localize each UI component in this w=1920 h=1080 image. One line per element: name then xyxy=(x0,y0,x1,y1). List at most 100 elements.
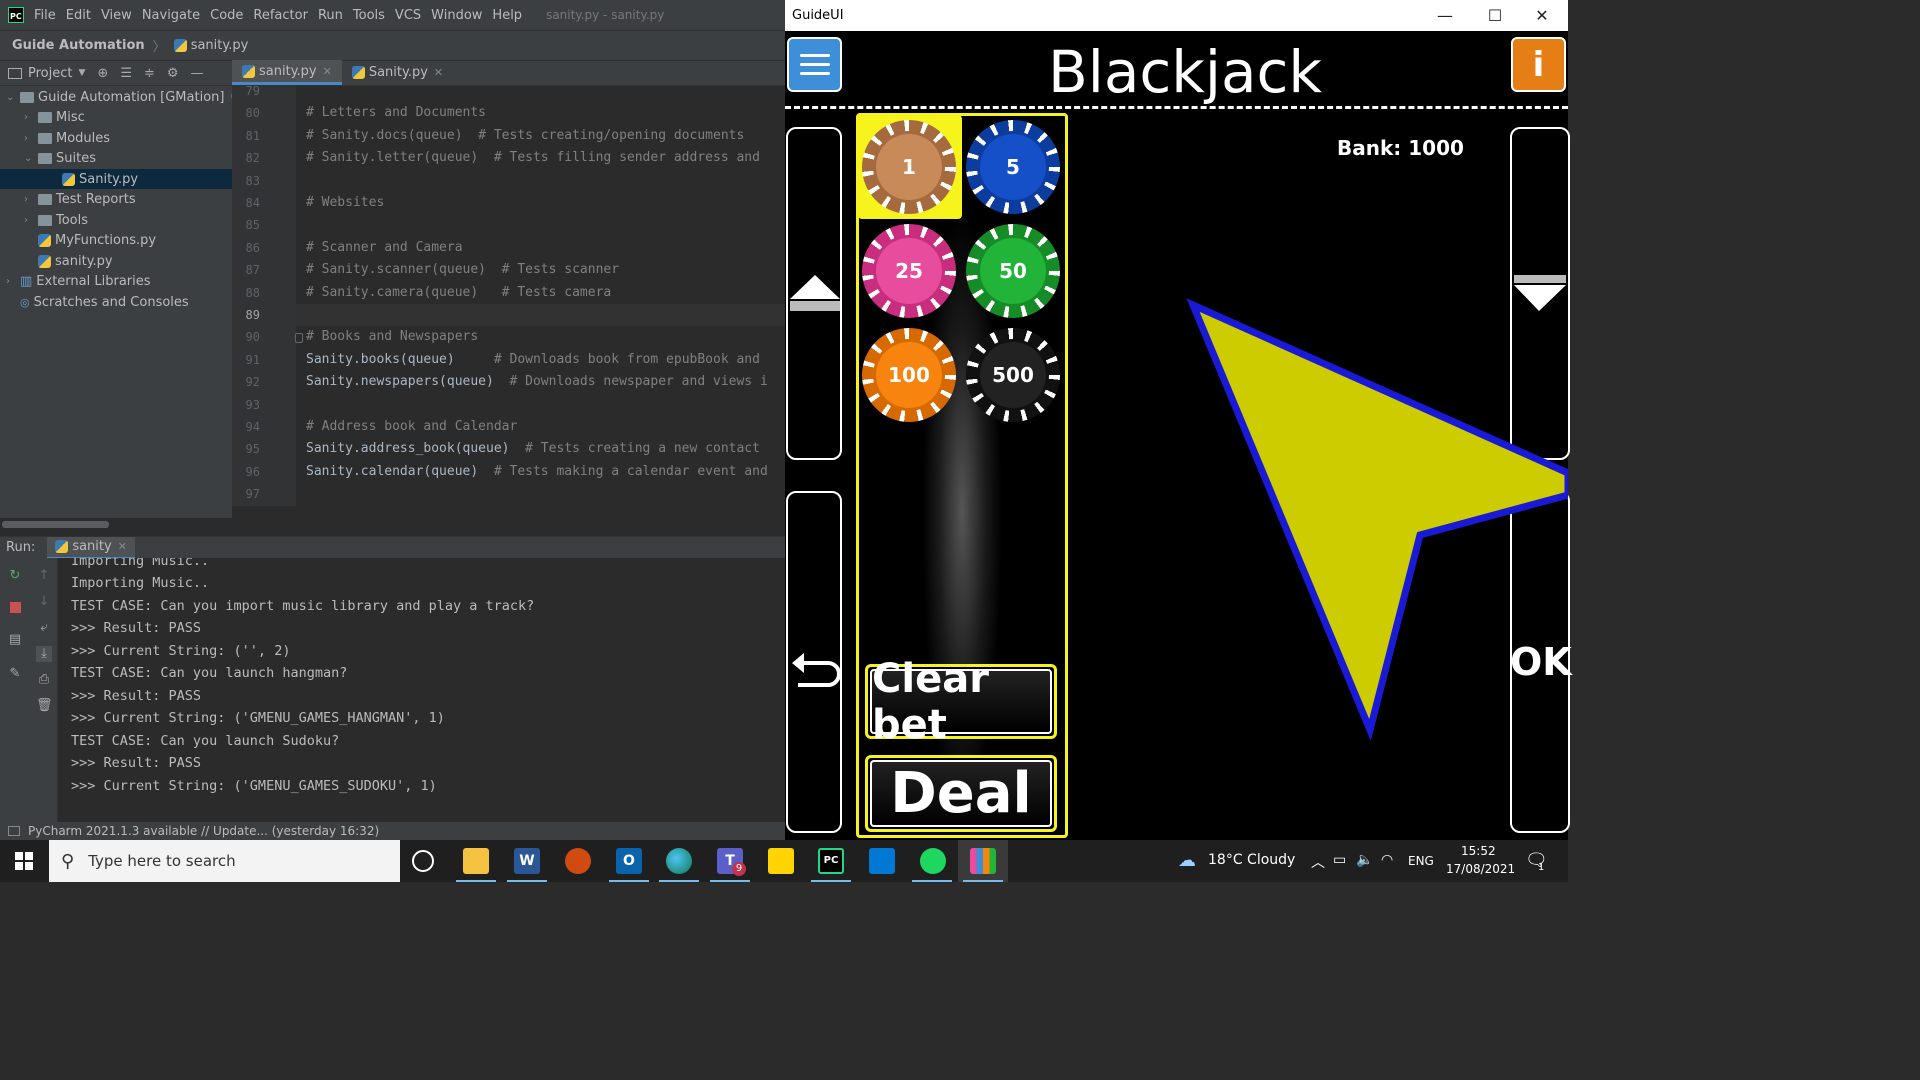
clock-time[interactable]: 15:52 xyxy=(1461,844,1496,858)
menu-run[interactable]: Run xyxy=(318,8,343,23)
chip-500[interactable]: 500 xyxy=(966,328,1060,422)
menu-window[interactable]: Window xyxy=(431,8,482,23)
clear-bet-button[interactable]: Clear bet xyxy=(865,656,1057,748)
tree-item-external-libraries[interactable]: › ▥ External Libraries xyxy=(6,271,151,291)
menu-vcs[interactable]: VCS xyxy=(395,8,421,23)
collapse-all-icon[interactable]: ≑ xyxy=(144,66,155,81)
chevron-right-icon[interactable]: › xyxy=(24,215,38,226)
chevron-up-icon[interactable]: ︿ xyxy=(1311,852,1325,872)
close-icon[interactable]: ✕ xyxy=(434,66,443,79)
breadcrumb-project[interactable]: Guide Automation xyxy=(12,38,145,53)
menu-tools[interactable]: Tools xyxy=(353,8,385,23)
scroll-to-end-icon[interactable]: ⤓ xyxy=(36,646,52,662)
taskbar-search[interactable]: ⚲ Type here to search xyxy=(49,840,400,882)
word-icon[interactable]: W xyxy=(514,848,540,874)
code-line: # Sanity.camera(queue) # Tests camera xyxy=(306,284,612,300)
code-statement: Sanity.books(queue) xyxy=(306,351,455,367)
arrow-up-icon[interactable]: ↑ xyxy=(36,568,52,584)
menu-file[interactable]: File xyxy=(34,8,56,23)
tree-item-sanity-py[interactable]: sanity.py xyxy=(24,251,113,271)
file-explorer-icon[interactable] xyxy=(463,848,489,874)
chevron-down-icon[interactable]: ⌄ xyxy=(24,153,38,164)
spotify-icon[interactable] xyxy=(920,848,946,874)
horizontal-scrollbar[interactable] xyxy=(2,521,109,528)
project-view-selector[interactable]: Project xyxy=(28,66,72,81)
stop-icon[interactable] xyxy=(7,600,23,616)
volume-icon[interactable]: 🔈 xyxy=(1356,852,1373,868)
chevron-down-icon[interactable]: ▼ xyxy=(78,68,85,78)
rerun-icon[interactable]: ↻ xyxy=(7,568,23,584)
tab-sanity-upper[interactable]: Sanity.py ✕ xyxy=(342,60,453,85)
wifi-icon[interactable]: ◠ xyxy=(1381,852,1393,868)
cloud-icon[interactable]: ☁ xyxy=(1178,850,1196,871)
chip-100[interactable]: 100 xyxy=(862,328,956,422)
code-editor[interactable]: # Letters and Documents # Sanity.docs(que… xyxy=(296,86,785,506)
back-button[interactable] xyxy=(786,491,842,833)
chevron-right-icon[interactable]: › xyxy=(24,133,38,144)
status-message[interactable]: PyCharm 2021.1.3 available // Update... … xyxy=(28,824,379,838)
arrow-down-icon[interactable]: ↓ xyxy=(36,594,52,610)
battery-icon[interactable]: ▭ xyxy=(1333,852,1346,868)
guideui-taskbar-icon[interactable] xyxy=(970,848,996,874)
edge-icon[interactable] xyxy=(666,848,692,874)
locate-icon[interactable]: ⊕ xyxy=(97,66,108,81)
menu-view[interactable]: View xyxy=(101,8,132,23)
close-icon[interactable]: ✕ xyxy=(1519,0,1565,31)
media-app-icon[interactable] xyxy=(565,848,591,874)
language-indicator[interactable]: ENG xyxy=(1408,854,1434,868)
tree-item-scratches-and-consoles[interactable]: ◎ Scratches and Consoles xyxy=(6,292,189,312)
tree-item-myfunctions-py[interactable]: MyFunctions.py xyxy=(24,230,156,250)
run-console[interactable]: Importing Music.. Importing Music.. TEST C… xyxy=(58,558,785,822)
menu-code[interactable]: Code xyxy=(210,8,243,23)
chip-1[interactable]: 1 xyxy=(862,120,956,214)
menu-button[interactable] xyxy=(787,37,842,92)
menu-edit[interactable]: Edit xyxy=(66,8,91,23)
start-button[interactable] xyxy=(0,840,48,882)
notification-icon[interactable]: 🗨 xyxy=(1525,850,1548,871)
menu-help[interactable]: Help xyxy=(492,8,522,23)
expand-all-icon[interactable]: ☰ xyxy=(120,66,132,81)
run-tab[interactable]: sanity ✕ xyxy=(47,536,135,559)
sticky-notes-icon[interactable] xyxy=(768,848,794,874)
info-button[interactable]: i xyxy=(1511,37,1566,92)
close-icon[interactable]: ✕ xyxy=(118,540,127,553)
menu-refactor[interactable]: Refactor xyxy=(253,8,308,23)
gear-icon[interactable]: ⚙ xyxy=(167,66,179,81)
chip-50[interactable]: 50 xyxy=(966,224,1060,318)
trash-icon[interactable]: 🗑 xyxy=(36,698,53,714)
chevron-down-icon[interactable]: ⌄ xyxy=(6,92,20,103)
deal-button[interactable]: Deal xyxy=(865,755,1057,832)
chip-5[interactable]: 5 xyxy=(966,120,1060,214)
minimize-icon[interactable]: — xyxy=(1422,0,1468,31)
line-number: 85 xyxy=(245,218,260,233)
menu-navigate[interactable]: Navigate xyxy=(142,8,200,23)
close-icon[interactable]: ✕ xyxy=(323,65,332,78)
fold-marker-icon[interactable] xyxy=(295,333,303,343)
tree-item-tools[interactable]: › Tools xyxy=(24,210,88,230)
scroll-up-button[interactable] xyxy=(786,127,842,460)
print-icon[interactable]: ⎙ xyxy=(36,672,52,688)
chevron-right-icon[interactable]: › xyxy=(24,194,38,205)
weather-text[interactable]: 18°C Cloudy xyxy=(1208,852,1295,868)
chevron-right-icon[interactable]: › xyxy=(24,112,38,123)
panel-toggle-icon[interactable] xyxy=(8,826,20,836)
maximize-icon[interactable]: ☐ xyxy=(1472,0,1518,31)
task-view-icon[interactable] xyxy=(412,850,434,872)
soft-wrap-icon[interactable]: ⤶ xyxy=(36,620,52,636)
tree-item-modules[interactable]: › Modules xyxy=(24,128,110,148)
tree-item-misc[interactable]: › Misc xyxy=(24,107,85,127)
hide-icon[interactable]: — xyxy=(191,66,204,81)
pycharm-taskbar-icon[interactable]: PC xyxy=(818,848,844,874)
breadcrumb-file[interactable]: sanity.py xyxy=(191,38,249,53)
pin-icon[interactable]: ✎ xyxy=(7,666,23,682)
clock-date[interactable]: 17/08/2021 xyxy=(1446,862,1515,876)
tree-item-suites[interactable]: ⌄ Suites xyxy=(24,148,96,168)
chevron-right-icon[interactable]: › xyxy=(6,276,20,287)
mail-icon[interactable] xyxy=(869,848,895,874)
tree-item-test-reports[interactable]: › Test Reports xyxy=(24,189,136,209)
chip-25[interactable]: 25 xyxy=(862,224,956,318)
tree-item-sanity-py[interactable]: Sanity.py xyxy=(0,169,232,189)
outlook-icon[interactable]: O xyxy=(616,848,642,874)
tree-item-guide-automation-gmation[interactable]: ⌄Guide Automation [GMation]C:\U xyxy=(6,87,258,107)
layout-icon[interactable]: ▤ xyxy=(7,632,23,648)
